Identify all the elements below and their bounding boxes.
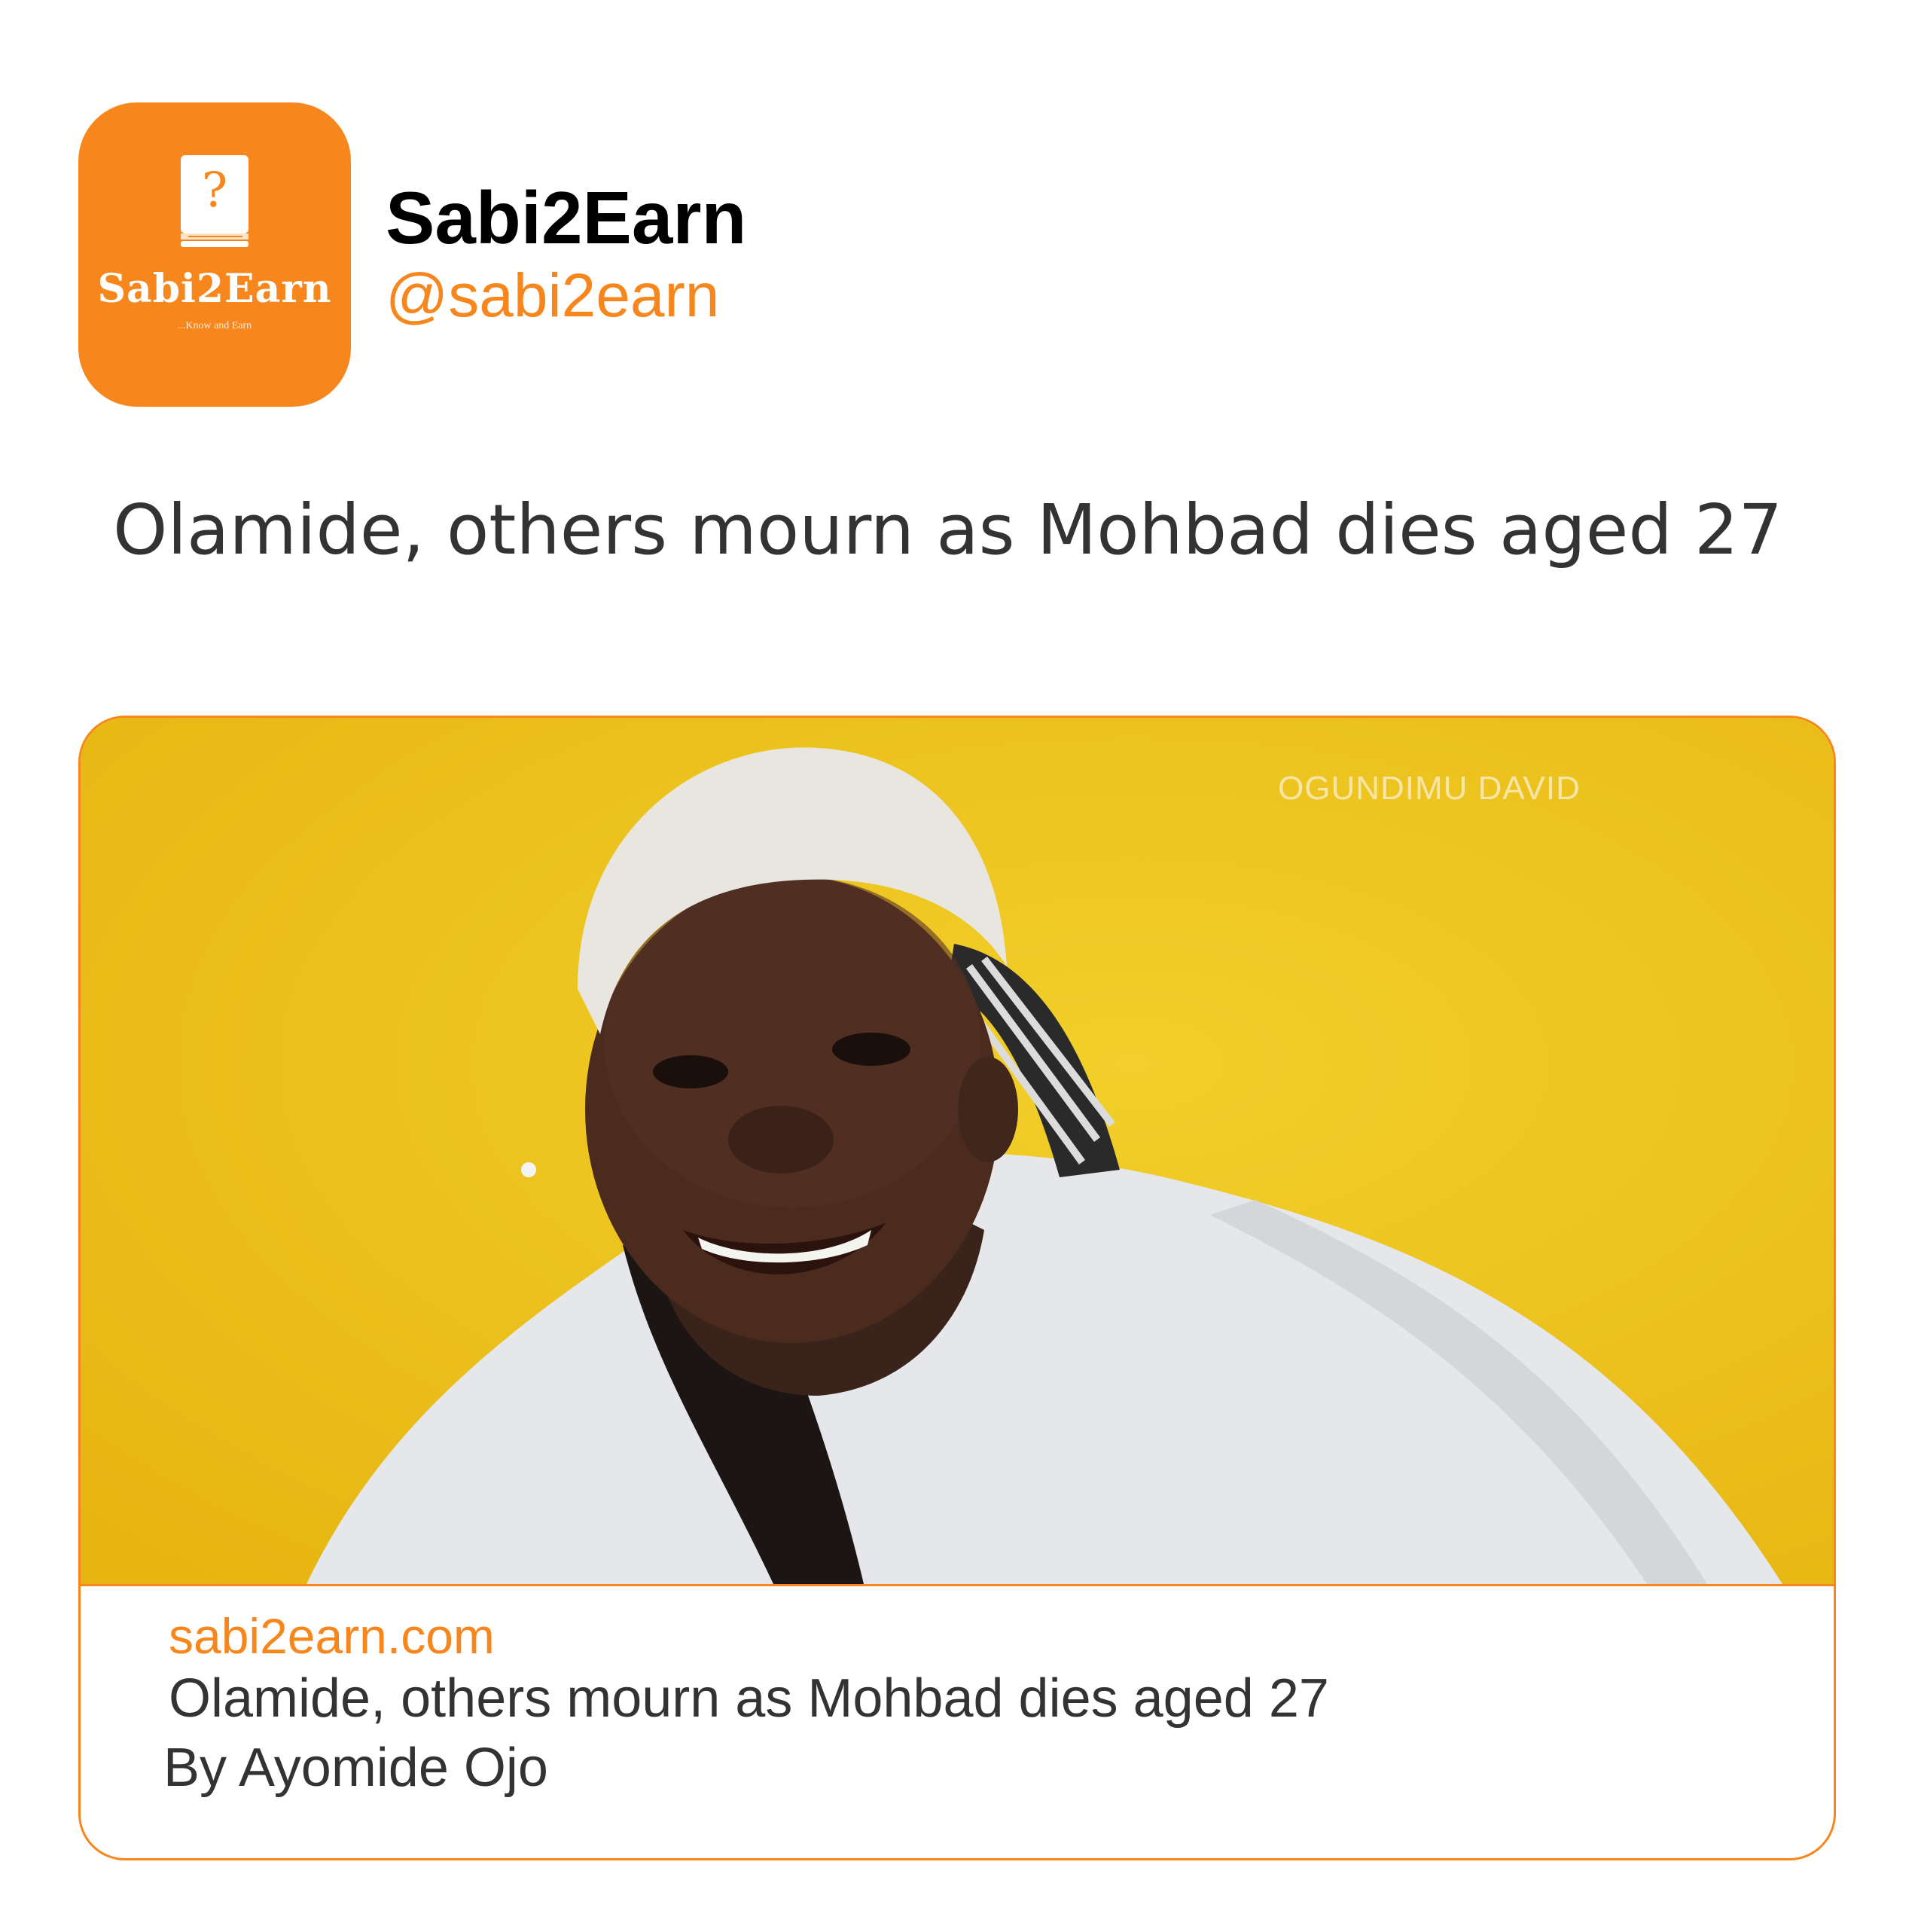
link-preview-card[interactable]: OGUNDIMU DAVID sabi2earn.com Olamide, ot… — [78, 716, 1836, 1860]
card-author: By Ayomide Ojo — [163, 1738, 548, 1798]
account-name[interactable]: Sabi2Earn — [386, 181, 746, 255]
avatar-brand-text: Sabi2Earn — [97, 266, 332, 312]
svg-text:?: ? — [202, 163, 227, 218]
question-book-icon: ? — [181, 155, 249, 247]
post-text: Olamide, others mourn as Mohbad dies age… — [113, 490, 1783, 570]
card-image[interactable]: OGUNDIMU DAVID — [81, 718, 1834, 1584]
card-divider — [81, 1584, 1834, 1586]
photo-watermark: OGUNDIMU DAVID — [1278, 770, 1581, 807]
avatar-tagline: ...Know and Earn — [177, 320, 252, 331]
portrait-photo — [81, 718, 1834, 1584]
account-avatar[interactable]: ? Sabi2Earn ...Know and Earn — [78, 102, 351, 407]
card-title[interactable]: Olamide, others mourn as Mohbad dies age… — [169, 1671, 1329, 1726]
card-domain[interactable]: sabi2earn.com — [169, 1611, 495, 1661]
account-handle[interactable]: @sabi2earn — [386, 265, 719, 327]
